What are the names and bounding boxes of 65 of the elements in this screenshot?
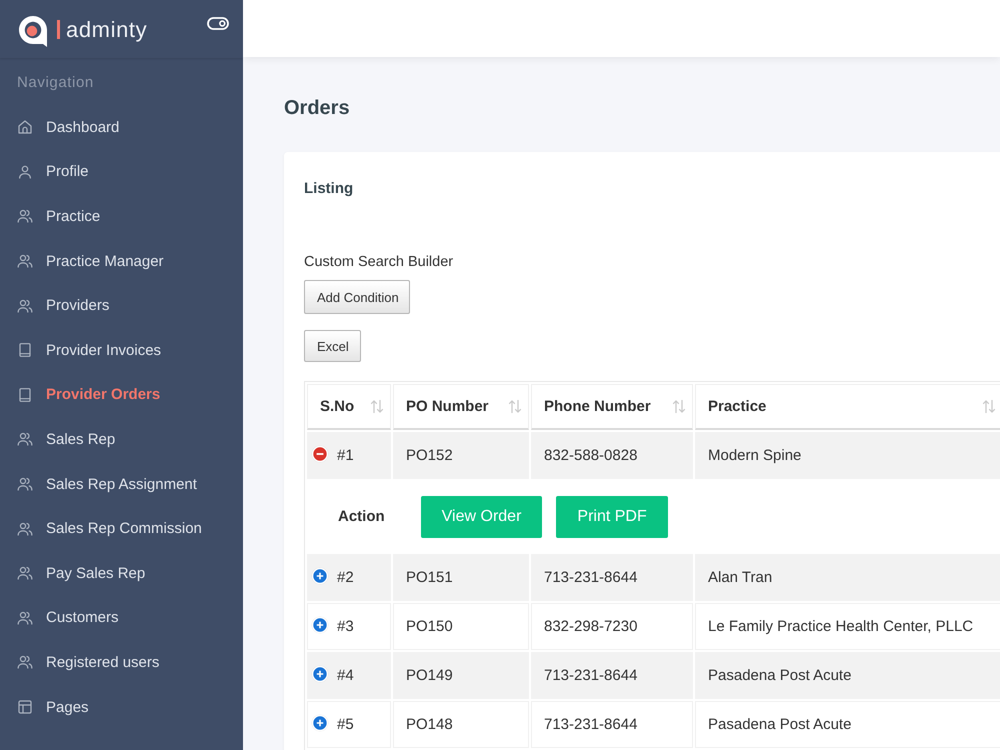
- column-header[interactable]: S.No: [307, 384, 391, 430]
- plus-icon[interactable]: [311, 567, 329, 585]
- users-icon: [17, 565, 33, 582]
- table-cell: 832-298-7230: [531, 603, 693, 650]
- nav-item[interactable]: Provider Invoices: [0, 328, 243, 373]
- row-number: #5: [337, 716, 354, 733]
- layout-icon: [17, 699, 33, 716]
- book-icon: [17, 386, 33, 403]
- nav-item[interactable]: Pages: [0, 684, 243, 730]
- table-cell: 713-231-8644: [531, 652, 693, 699]
- users-icon: [17, 431, 33, 448]
- table-cell: PO151: [393, 554, 529, 601]
- nav-item[interactable]: Dashboard: [0, 105, 243, 150]
- nav-item[interactable]: Sales Rep Commission: [0, 506, 243, 551]
- users-icon: [17, 253, 33, 270]
- table-cell: 832-588-0828: [531, 432, 693, 479]
- nav-item[interactable]: Sales Rep Assignment: [0, 462, 243, 506]
- nav-section-label: Navigation: [16, 73, 95, 93]
- nav-item[interactable]: Profile: [0, 150, 243, 194]
- book-icon: [17, 342, 33, 358]
- plus-icon[interactable]: [311, 665, 329, 683]
- table-cell: 713-231-8644: [531, 554, 693, 601]
- table-cell: PO149: [393, 652, 529, 699]
- action-label: Action: [338, 508, 385, 525]
- row-number: #1: [337, 447, 354, 464]
- column-header[interactable]: PO Number: [393, 384, 529, 430]
- nav-item[interactable]: Pay Sales Rep: [0, 550, 243, 596]
- table-cell: Modern Spine: [695, 432, 1000, 479]
- row-number: #4: [337, 667, 354, 684]
- nav-item[interactable]: Sales Rep: [0, 417, 243, 462]
- table-cell: PO148: [393, 701, 529, 748]
- table-cell: Pasadena Post Acute: [695, 701, 1000, 748]
- users-icon: [17, 610, 33, 626]
- logo-icon: [18, 15, 48, 47]
- users-icon: [17, 520, 33, 537]
- plus-icon[interactable]: [311, 616, 329, 634]
- card-title: Listing: [304, 180, 354, 198]
- table-cell: 713-231-8644: [531, 701, 693, 748]
- nav-item[interactable]: Registered users: [0, 640, 243, 685]
- home-icon: [17, 119, 33, 136]
- table-cell: Alan Tran: [695, 554, 1000, 601]
- plus-icon[interactable]: [311, 714, 329, 732]
- table-cell: PO150: [393, 603, 529, 650]
- search-builder-label: Custom Search Builder: [304, 253, 454, 271]
- row-number: #2: [337, 569, 354, 586]
- nav-item[interactable]: Practice: [0, 194, 243, 239]
- minus-icon[interactable]: [311, 445, 329, 463]
- nav-item[interactable]: Providers: [0, 283, 243, 328]
- users-icon: [17, 208, 33, 224]
- row-number: #3: [337, 618, 354, 635]
- column-header[interactable]: Practice: [695, 384, 1000, 430]
- user-icon: [17, 164, 33, 180]
- add-condition-button[interactable]: Add Condition: [304, 280, 410, 314]
- page-title: Orders: [284, 96, 351, 120]
- users-icon: [17, 298, 33, 314]
- table-cell: PO152: [393, 432, 529, 479]
- column-header[interactable]: Phone Number: [531, 384, 693, 430]
- table-cell: Pasadena Post Acute: [695, 652, 1000, 699]
- users-icon: [17, 654, 33, 670]
- export-button[interactable]: Excel: [304, 330, 361, 362]
- toggle-icon[interactable]: [207, 17, 229, 30]
- nav-item[interactable]: Practice Manager: [0, 238, 243, 284]
- nav-item[interactable]: Customers: [0, 596, 243, 640]
- table-cell: Le Family Practice Health Center, PLLC: [695, 603, 1000, 650]
- users-icon: [17, 476, 33, 492]
